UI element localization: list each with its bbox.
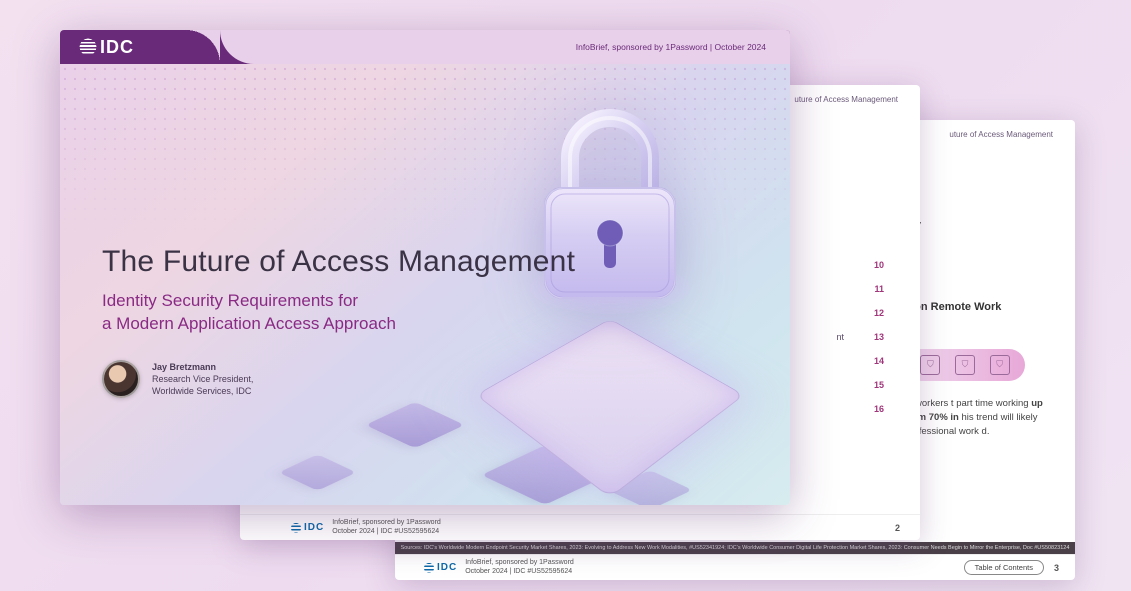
sources-bar: Sources: IDC's Worldwide Modern Endpoint… — [395, 542, 1075, 554]
page3-header-suffix: uture of Access Management — [949, 130, 1053, 139]
idc-logo-text: IDC — [437, 562, 457, 573]
page3-footer: IDC InfoBrief, sponsored by 1Password Oc… — [395, 554, 1075, 580]
toc-page: 11 — [868, 284, 884, 294]
toc-page-numbers: 10 11 12 nt 13 14 15 16 — [836, 253, 884, 421]
idc-logo: IDC — [423, 562, 457, 574]
toc-page: 16 — [868, 404, 884, 414]
lock-illustration — [460, 70, 760, 390]
cover-sponsor-line: InfoBrief, sponsored by 1Password | Octo… — [220, 30, 790, 64]
people-pill-graphic: ⛉ ⛉ ⛉ — [905, 349, 1025, 381]
footer-meta: InfoBrief, sponsored by 1Password Octobe… — [465, 559, 574, 576]
page-number: 2 — [895, 523, 900, 533]
floor-tile — [366, 402, 465, 448]
toc-row: 15 — [836, 373, 884, 397]
page3-callout: e on Remote Work t ⛉ ⛉ ⛉ al workers t pa… — [905, 300, 1055, 440]
page2-footer: IDC InfoBrief, sponsored by 1Password Oc… — [240, 514, 920, 540]
toc-label: nt — [836, 332, 844, 342]
author-avatar — [102, 360, 140, 398]
subtitle-line2: a Modern Application Access Approach — [102, 314, 396, 333]
lock-icon — [525, 88, 695, 318]
subtitle-line1: Identity Security Requirements for — [102, 291, 358, 310]
people-icon: ⛉ — [955, 355, 975, 375]
floor-tile — [279, 454, 357, 491]
idc-logo: IDC — [78, 37, 134, 58]
toc-row: 16 — [836, 397, 884, 421]
toc-page: 12 — [868, 308, 884, 318]
author-org: Worldwide Services, IDC — [152, 385, 253, 397]
page2-header-suffix: uture of Access Management — [794, 95, 898, 104]
toc-row: 10 — [836, 253, 884, 277]
sponsor-text: InfoBrief, sponsored by 1Password | Octo… — [576, 42, 766, 52]
toc-page: 15 — [868, 380, 884, 390]
table-of-contents-button[interactable]: Table of Contents — [964, 560, 1044, 575]
footer-line1: InfoBrief, sponsored by 1Password — [332, 519, 441, 526]
idc-globe-icon — [78, 37, 98, 57]
footer-line2: October 2024 | IDC #US52595624 — [332, 528, 439, 535]
idc-globe-icon — [423, 562, 435, 574]
author-role: Research Vice President, — [152, 373, 253, 385]
callout-paragraph: al workers t part time working up from 7… — [905, 397, 1055, 440]
toc-row: 14 — [836, 349, 884, 373]
author-name: Jay Bretzmann — [152, 361, 253, 373]
page-number: 3 — [1054, 563, 1059, 573]
author-block: Jay Bretzmann Research Vice President, W… — [102, 360, 253, 398]
footer-line1: InfoBrief, sponsored by 1Password — [465, 559, 574, 566]
people-icon: ⛉ — [990, 355, 1010, 375]
idc-logo-text: IDC — [304, 522, 324, 533]
toc-row: 12 — [836, 301, 884, 325]
toc-page: 14 — [868, 356, 884, 366]
people-icon: ⛉ — [920, 355, 940, 375]
idc-globe-icon — [290, 522, 302, 534]
toc-row: 11 — [836, 277, 884, 301]
cover-subtitle: Identity Security Requirements for a Mod… — [102, 290, 396, 336]
callout-title: e on Remote Work t — [905, 300, 1055, 331]
toc-page: 13 — [868, 332, 884, 342]
footer-meta: InfoBrief, sponsored by 1Password Octobe… — [332, 519, 441, 536]
idc-logo: IDC — [290, 522, 324, 534]
report-cover-page: IDC InfoBrief, sponsored by 1Password | … — [60, 30, 790, 505]
author-text: Jay Bretzmann Research Vice President, W… — [152, 361, 253, 397]
toc-page: 10 — [868, 260, 884, 270]
toc-row: nt 13 — [836, 325, 884, 349]
footer-line2: October 2024 | IDC #US52595624 — [465, 568, 572, 575]
idc-logo-text: IDC — [100, 37, 134, 58]
cover-title: The Future of Access Management — [102, 245, 575, 279]
